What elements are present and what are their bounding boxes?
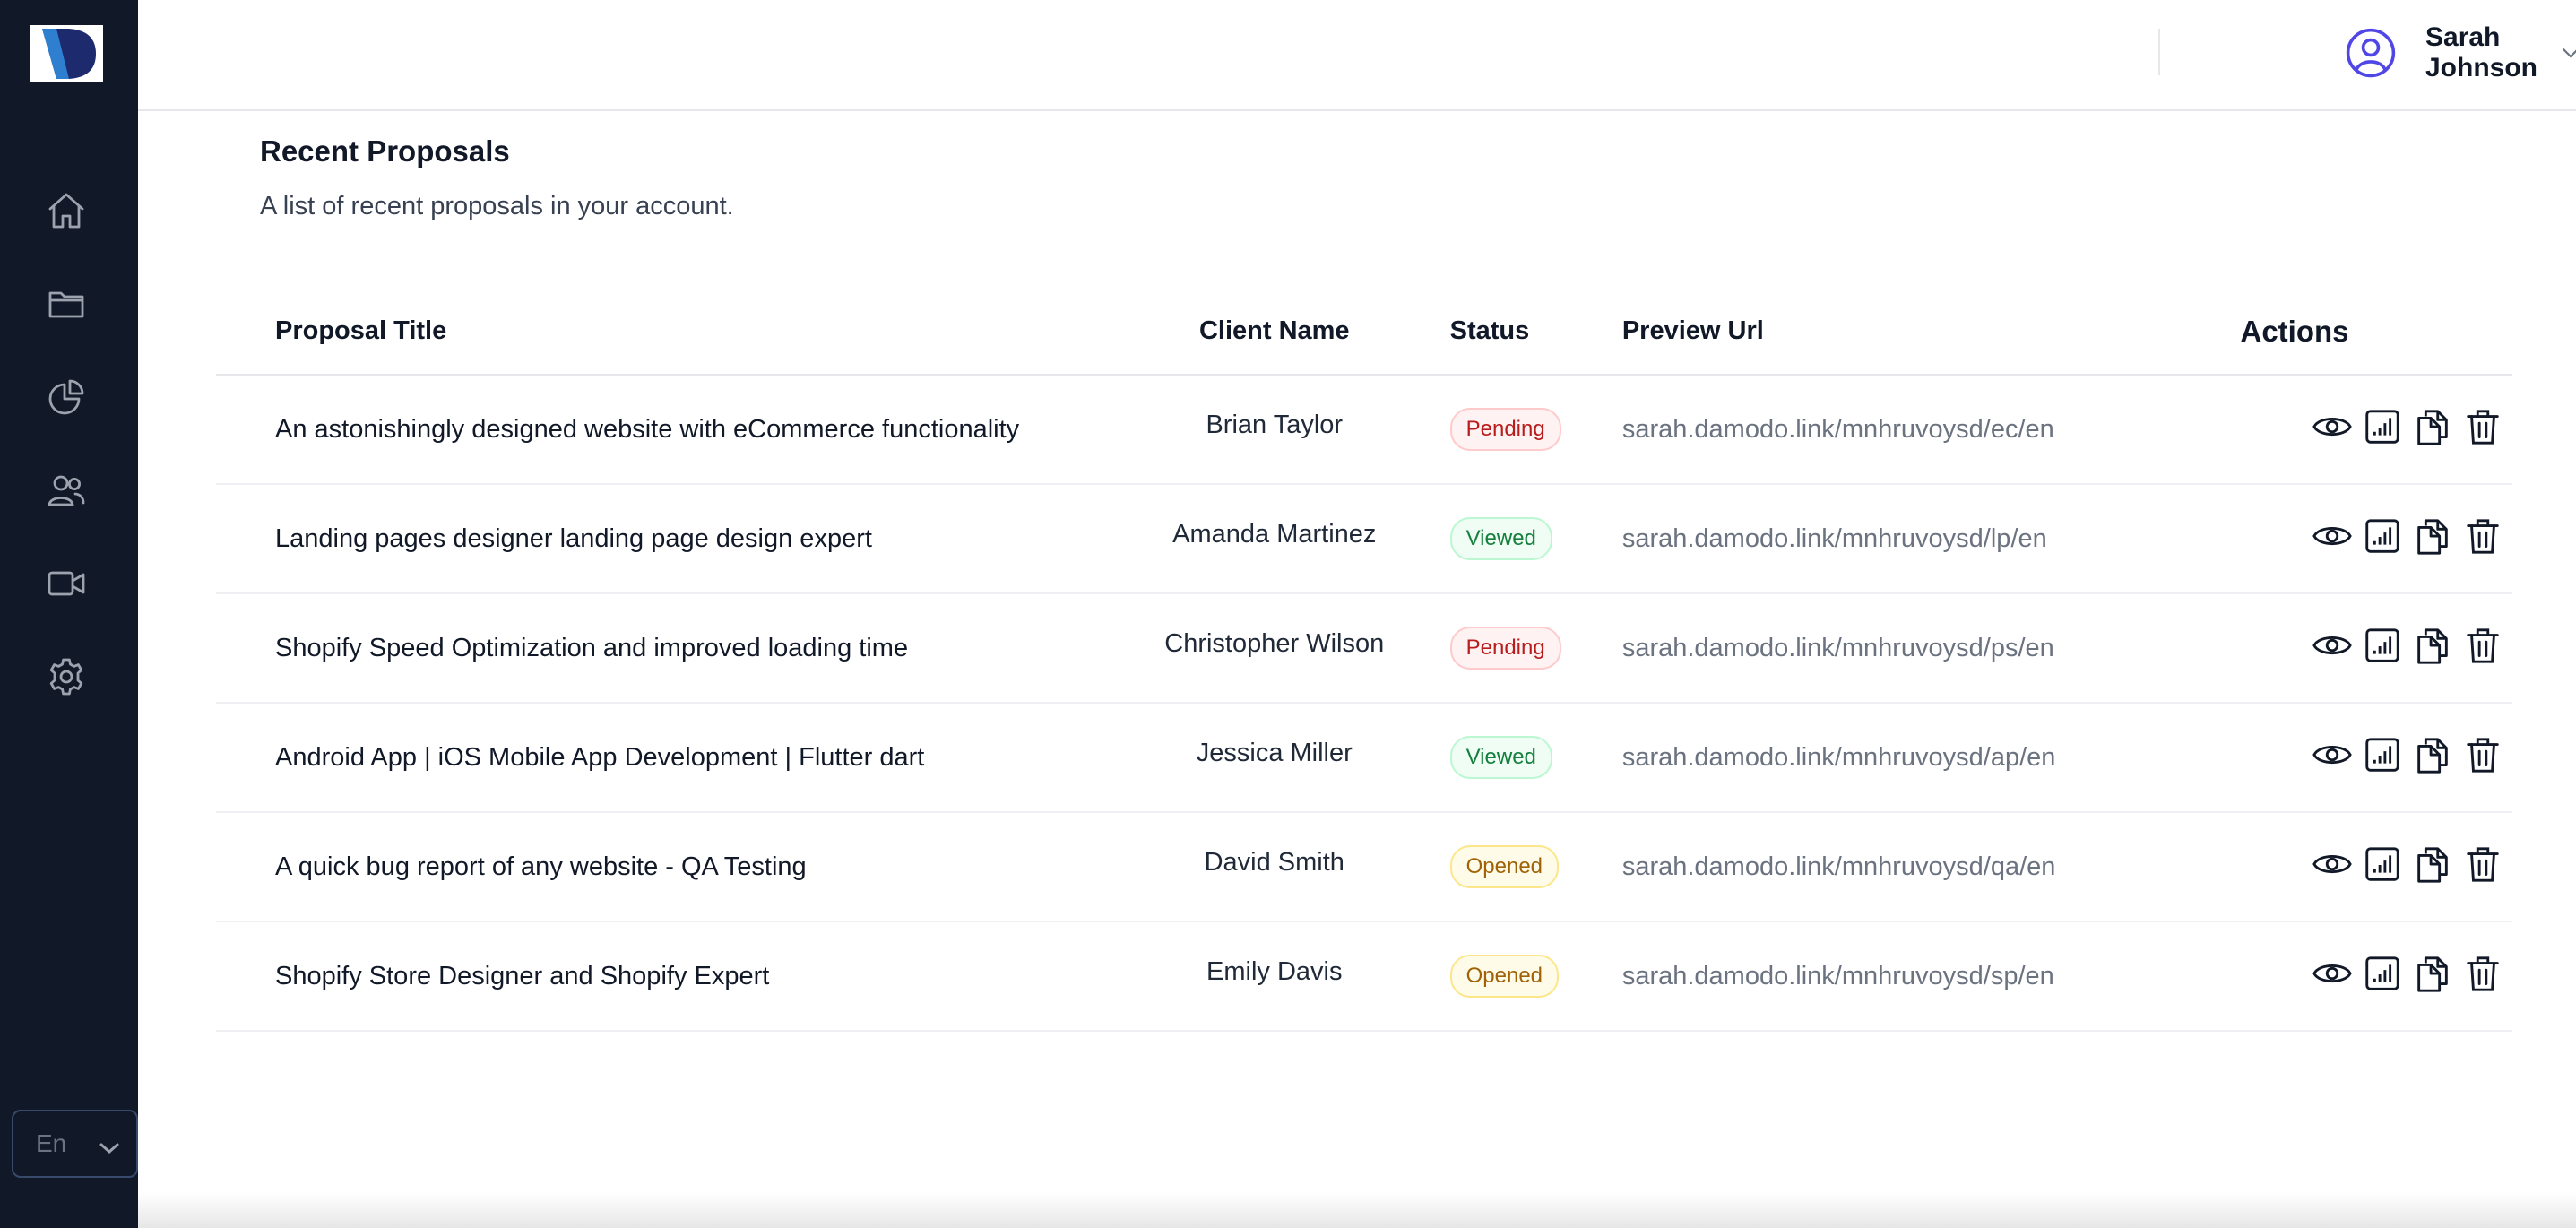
- trash-icon[interactable]: [2462, 734, 2503, 775]
- table-row[interactable]: Landing pages designer landing page desi…: [216, 484, 2512, 594]
- status-badge: Viewed: [1449, 517, 1552, 560]
- preview-url[interactable]: sarah.damodo.link/mnhruvoysd/ec/en: [1618, 375, 2077, 485]
- client-name: Emily Davis: [1102, 921, 1447, 1032]
- bottom-shadow: [138, 1192, 2576, 1228]
- client-name: Christopher Wilson: [1102, 593, 1447, 704]
- column-header-client: Client Name: [1102, 289, 1447, 376]
- eye-icon[interactable]: [2312, 843, 2353, 885]
- sidebar: En: [0, 0, 138, 1228]
- trash-icon[interactable]: [2462, 843, 2503, 885]
- language-select[interactable]: En: [12, 1110, 138, 1178]
- proposal-title[interactable]: Shopify Speed Optimization and improved …: [216, 593, 1102, 704]
- table-row[interactable]: A quick bug report of any website - QA T…: [216, 812, 2512, 922]
- proposal-title[interactable]: Landing pages designer landing page desi…: [216, 484, 1102, 594]
- column-header-actions: Actions: [2077, 289, 2512, 376]
- table-row[interactable]: Shopify Speed Optimization and improved …: [216, 593, 2512, 704]
- preview-url[interactable]: sarah.damodo.link/mnhruvoysd/lp/en: [1618, 484, 2077, 594]
- user-circle-icon: [2345, 27, 2397, 79]
- video-icon[interactable]: [42, 559, 91, 608]
- damodo-logo[interactable]: [30, 25, 103, 82]
- users-icon[interactable]: [42, 466, 91, 515]
- stats-icon[interactable]: [2362, 843, 2403, 885]
- user-menu[interactable]: Sarah Johnson: [2345, 22, 2576, 82]
- table-row[interactable]: Shopify Store Designer and Shopify Exper…: [216, 921, 2512, 1032]
- stats-icon[interactable]: [2362, 953, 2403, 994]
- eye-icon[interactable]: [2312, 953, 2353, 994]
- proposals-table: Proposal Title Client Name Status Previe…: [216, 289, 2512, 1032]
- column-header-title: Proposal Title: [216, 289, 1102, 376]
- copy-icon[interactable]: [2412, 625, 2453, 666]
- preview-url[interactable]: sarah.damodo.link/mnhruvoysd/ps/en: [1618, 593, 2077, 704]
- pie-chart-icon[interactable]: [42, 373, 91, 421]
- user-name: Sarah Johnson: [2425, 22, 2537, 82]
- stats-icon[interactable]: [2362, 734, 2403, 775]
- preview-url[interactable]: sarah.damodo.link/mnhruvoysd/qa/en: [1618, 812, 2077, 922]
- copy-icon[interactable]: [2412, 406, 2453, 447]
- status-badge: Viewed: [1449, 736, 1552, 779]
- client-name: David Smith: [1102, 812, 1447, 922]
- status-badge: Pending: [1449, 627, 1561, 670]
- preview-url[interactable]: sarah.damodo.link/mnhruvoysd/sp/en: [1618, 921, 2077, 1032]
- status-badge: Opened: [1449, 845, 1560, 888]
- copy-icon[interactable]: [2412, 734, 2453, 775]
- copy-icon[interactable]: [2412, 515, 2453, 557]
- column-header-status: Status: [1446, 289, 1619, 376]
- column-header-url: Preview Url: [1618, 289, 2077, 376]
- proposal-title[interactable]: Android App | iOS Mobile App Development…: [216, 703, 1102, 813]
- gear-icon[interactable]: [42, 653, 91, 701]
- proposal-title[interactable]: Shopify Store Designer and Shopify Exper…: [216, 921, 1102, 1032]
- client-name: Brian Taylor: [1102, 375, 1447, 485]
- language-value: En: [36, 1129, 67, 1157]
- table-row[interactable]: An astonishingly designed website with e…: [216, 375, 2512, 485]
- preview-url[interactable]: sarah.damodo.link/mnhruvoysd/ap/en: [1618, 703, 2077, 813]
- table-header-row: Proposal Title Client Name Status Previe…: [216, 289, 2512, 376]
- status-badge: Pending: [1449, 408, 1561, 451]
- eye-icon[interactable]: [2312, 734, 2353, 775]
- page-title: Recent Proposals: [260, 134, 510, 168]
- stats-icon[interactable]: [2362, 515, 2403, 557]
- eye-icon[interactable]: [2312, 515, 2353, 557]
- chevron-down-icon: [99, 1135, 120, 1163]
- table-row[interactable]: Android App | iOS Mobile App Development…: [216, 703, 2512, 813]
- trash-icon[interactable]: [2462, 515, 2503, 557]
- copy-icon[interactable]: [2412, 953, 2453, 994]
- top-header: Sarah Johnson: [138, 0, 2576, 111]
- client-name: Jessica Miller: [1102, 703, 1447, 813]
- chevron-down-icon: [2561, 46, 2576, 60]
- folder-icon[interactable]: [42, 280, 91, 328]
- proposal-title[interactable]: A quick bug report of any website - QA T…: [216, 812, 1102, 922]
- page-description: A list of recent proposals in your accou…: [260, 192, 734, 221]
- eye-icon[interactable]: [2312, 406, 2353, 447]
- trash-icon[interactable]: [2462, 625, 2503, 666]
- home-icon[interactable]: [42, 186, 91, 235]
- status-badge: Opened: [1449, 955, 1560, 998]
- client-name: Amanda Martinez: [1102, 484, 1447, 594]
- stats-icon[interactable]: [2362, 625, 2403, 666]
- header-divider: [2158, 29, 2160, 75]
- trash-icon[interactable]: [2462, 953, 2503, 994]
- eye-icon[interactable]: [2312, 625, 2353, 666]
- proposal-title[interactable]: An astonishingly designed website with e…: [216, 375, 1102, 485]
- copy-icon[interactable]: [2412, 843, 2453, 885]
- stats-icon[interactable]: [2362, 406, 2403, 447]
- trash-icon[interactable]: [2462, 406, 2503, 447]
